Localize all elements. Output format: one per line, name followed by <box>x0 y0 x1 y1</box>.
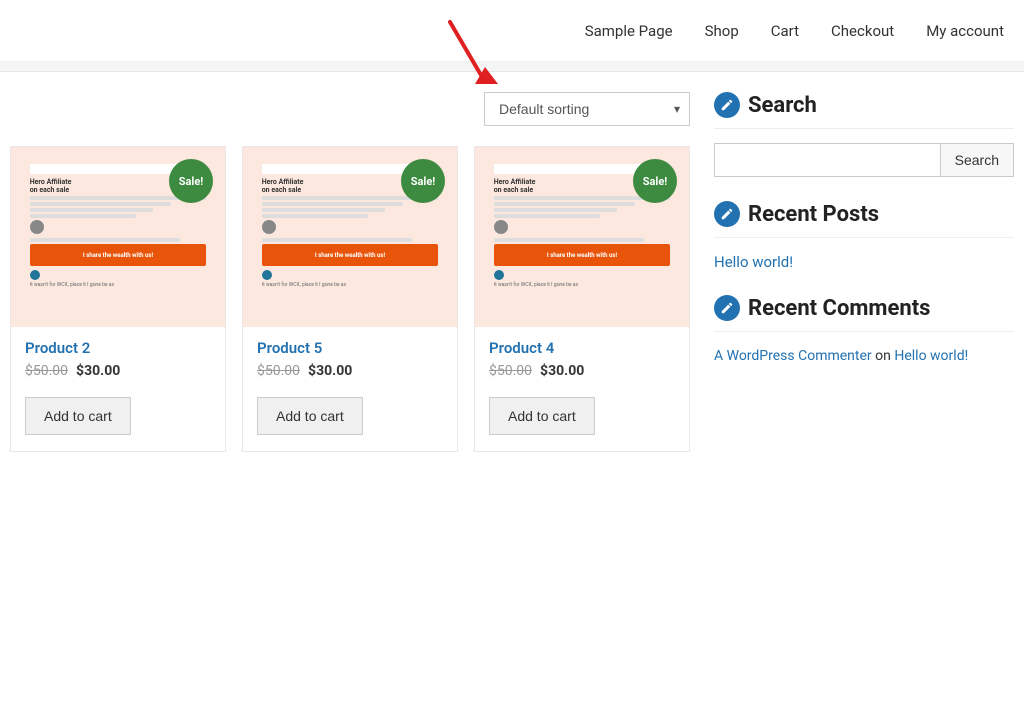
product-image-2: Hero Affiliateon each sale I share the w… <box>11 147 225 327</box>
sale-badge-2: Sale! <box>169 159 213 203</box>
search-widget-icon <box>714 92 740 118</box>
price-old-2: $50.00 <box>25 363 68 379</box>
product-image-5: Hero Affiliateon each sale I share the w… <box>243 147 457 327</box>
product-info-2: Product 2 $50.00 $30.00 <box>11 327 225 387</box>
page-wrapper: Default sorting Sort by popularity Sort … <box>0 72 1024 472</box>
price-old-5: $50.00 <box>257 363 300 379</box>
recent-posts-icon <box>714 201 740 227</box>
pencil-icon-posts <box>720 207 734 221</box>
price-new-4: $30.00 <box>540 363 584 379</box>
recent-posts-title: Recent Posts <box>748 202 879 227</box>
pencil-icon-comments <box>720 301 734 315</box>
product-price-4: $50.00 $30.00 <box>489 363 675 379</box>
sale-badge-4: Sale! <box>633 159 677 203</box>
comment-on-text: on <box>875 348 894 364</box>
product-card-2: Hero Affiliateon each sale I share the w… <box>10 146 226 452</box>
product-grid: Hero Affiliateon each sale I share the w… <box>10 146 690 452</box>
product-image-4: Hero Affiliateon each sale I share the w… <box>475 147 689 327</box>
product-name-5: Product 5 <box>257 339 443 357</box>
product-price-5: $50.00 $30.00 <box>257 363 443 379</box>
price-old-4: $50.00 <box>489 363 532 379</box>
add-to-cart-button-4[interactable]: Add to cart <box>489 397 595 435</box>
recent-posts-widget: Recent Posts Hello world! <box>714 201 1014 271</box>
product-info-5: Product 5 $50.00 $30.00 <box>243 327 457 387</box>
add-to-cart-button-2[interactable]: Add to cart <box>25 397 131 435</box>
main-content: Default sorting Sort by popularity Sort … <box>10 92 690 452</box>
sale-badge-5: Sale! <box>401 159 445 203</box>
price-new-2: $30.00 <box>76 363 120 379</box>
sidebar: Search Search Recent Posts Hello world! <box>714 92 1014 452</box>
sort-bar: Default sorting Sort by popularity Sort … <box>10 92 690 126</box>
product-name-2: Product 2 <box>25 339 211 357</box>
nav-checkout[interactable]: Checkout <box>831 22 894 40</box>
comment-item: A WordPress Commenter on Hello world! <box>714 346 1014 367</box>
product-name-4: Product 4 <box>489 339 675 357</box>
nav-cart[interactable]: Cart <box>771 22 799 40</box>
nav-my-account[interactable]: My account <box>926 22 1004 40</box>
search-widget-title-wrap: Search <box>714 92 1014 129</box>
sort-select-wrapper: Default sorting Sort by popularity Sort … <box>484 92 690 126</box>
nav-shop[interactable]: Shop <box>705 22 739 40</box>
recent-comments-widget-title-wrap: Recent Comments <box>714 295 1014 332</box>
pencil-icon <box>720 98 734 112</box>
search-form: Search <box>714 143 1014 177</box>
comment-post-link[interactable]: Hello world! <box>894 348 968 364</box>
recent-comments-title: Recent Comments <box>748 296 930 321</box>
site-nav: Sample Page Shop Cart Checkout My accoun… <box>585 22 1004 40</box>
product-card-5: Hero Affiliateon each sale I share the w… <box>242 146 458 452</box>
recent-comments-widget: Recent Comments A WordPress Commenter on… <box>714 295 1014 367</box>
recent-comments-icon <box>714 295 740 321</box>
price-new-5: $30.00 <box>308 363 352 379</box>
product-card-4: Hero Affiliateon each sale I share the w… <box>474 146 690 452</box>
search-input[interactable] <box>714 143 941 177</box>
site-header: Sample Page Shop Cart Checkout My accoun… <box>0 0 1024 62</box>
recent-posts-widget-title-wrap: Recent Posts <box>714 201 1014 238</box>
comment-author-link[interactable]: A WordPress Commenter <box>714 348 872 364</box>
gray-bar <box>0 62 1024 72</box>
product-info-4: Product 4 $50.00 $30.00 <box>475 327 689 387</box>
search-widget-title: Search <box>748 93 817 118</box>
product-price-2: $50.00 $30.00 <box>25 363 211 379</box>
sort-select[interactable]: Default sorting Sort by popularity Sort … <box>484 92 690 126</box>
add-to-cart-button-5[interactable]: Add to cart <box>257 397 363 435</box>
recent-post-link-hello-world[interactable]: Hello world! <box>714 253 793 271</box>
sort-bar-container: Default sorting Sort by popularity Sort … <box>10 92 690 126</box>
nav-sample-page[interactable]: Sample Page <box>585 22 673 40</box>
search-widget: Search Search <box>714 92 1014 177</box>
search-submit-button[interactable]: Search <box>941 143 1014 177</box>
